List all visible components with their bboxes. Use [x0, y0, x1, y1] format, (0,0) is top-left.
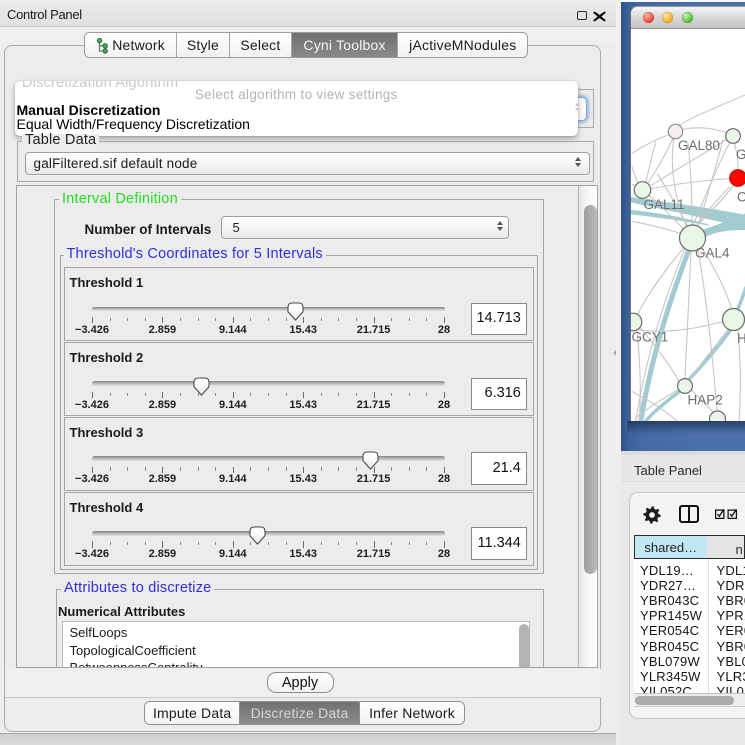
svg-text:C: C [737, 189, 745, 204]
svg-text:GAL80: GAL80 [678, 138, 720, 153]
svg-text:GA: GA [736, 147, 745, 162]
svg-text:GAL4: GAL4 [695, 245, 730, 260]
svg-text:H: H [737, 331, 745, 346]
svg-text:GAL11: GAL11 [644, 197, 685, 212]
svg-text:HAP2: HAP2 [688, 392, 723, 407]
svg-text:GCY1: GCY1 [632, 329, 669, 344]
